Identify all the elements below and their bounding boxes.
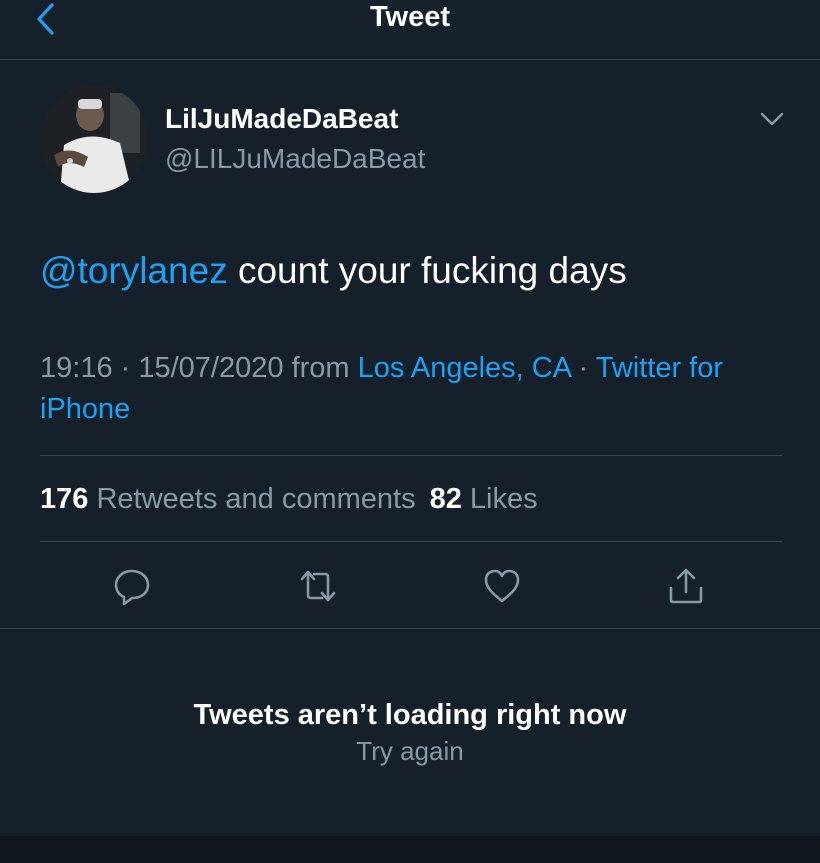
tweet-time: 19:16 bbox=[40, 352, 113, 384]
location-link[interactable]: Los Angeles, CA bbox=[358, 352, 571, 384]
page-title: Tweet bbox=[369, 1, 451, 33]
replies-error-message: Tweets aren’t loading right now bbox=[193, 699, 627, 731]
tweet-detail-screen: Tweet LilJuMadeDaBeat @LILJuMadeDaBeat @… bbox=[0, 0, 820, 863]
tweet-meta: 19:16 · 15/07/2020 from Los Angeles, CA … bbox=[40, 348, 780, 430]
retweets-label: Retweets and comments bbox=[88, 483, 416, 515]
meta-separator: · bbox=[570, 352, 596, 384]
like-button[interactable] bbox=[482, 566, 522, 606]
reply-icon bbox=[114, 569, 150, 606]
avatar[interactable] bbox=[40, 85, 148, 193]
retry-row: Try again bbox=[0, 734, 820, 768]
divider bbox=[0, 628, 820, 629]
mention-link[interactable]: @torylanez bbox=[40, 250, 228, 291]
meta-separator: · bbox=[112, 352, 139, 384]
meta-from: from bbox=[283, 352, 358, 384]
likes-stat[interactable]: 82 Likes bbox=[430, 483, 538, 515]
author-display-name[interactable]: LilJuMadeDaBeat bbox=[165, 102, 398, 136]
share-button[interactable] bbox=[666, 566, 706, 606]
retweet-icon bbox=[300, 570, 336, 602]
share-icon bbox=[669, 568, 703, 604]
likes-count: 82 bbox=[429, 483, 462, 515]
reply-button[interactable] bbox=[112, 566, 152, 606]
retweets-stat[interactable]: 176 Retweets and comments bbox=[40, 483, 416, 515]
tweet-stats: 176 Retweets and comments 82 Likes bbox=[40, 480, 538, 518]
header-bar: Tweet bbox=[0, 0, 820, 60]
like-icon bbox=[484, 569, 520, 603]
bottom-bar bbox=[0, 836, 820, 863]
likes-label: Likes bbox=[461, 483, 538, 515]
tweet-body-text: count your fucking days bbox=[227, 250, 627, 291]
divider bbox=[40, 455, 782, 456]
try-again-button[interactable]: Try again bbox=[356, 736, 463, 766]
divider bbox=[40, 541, 782, 542]
retweets-count: 176 bbox=[40, 483, 89, 515]
tweet-date: 15/07/2020 bbox=[138, 352, 284, 384]
author-handle[interactable]: @LILJuMadeDaBeat bbox=[165, 142, 425, 176]
tweet-options-button[interactable] bbox=[758, 108, 786, 130]
tweet-text: @torylanez count your fucking days bbox=[40, 248, 627, 294]
avatar-photo bbox=[40, 85, 148, 193]
retweet-button[interactable] bbox=[298, 566, 338, 606]
chevron-down-icon bbox=[760, 112, 784, 126]
